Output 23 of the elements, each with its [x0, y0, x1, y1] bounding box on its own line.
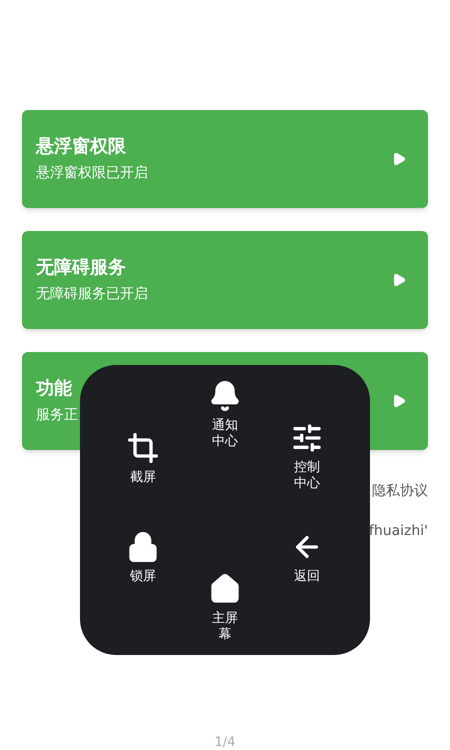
lock-icon: [127, 531, 159, 563]
bell-icon: [209, 380, 241, 412]
play-icon: [392, 273, 406, 287]
card-title: 无障碍服务: [36, 259, 127, 277]
card-subtitle: 服务正: [36, 408, 78, 422]
crop-icon: [127, 432, 159, 464]
menu-item[interactable]: 截屏: [103, 432, 183, 486]
sliders-icon: [291, 422, 323, 454]
home-icon: [209, 573, 241, 605]
play-icon: [392, 394, 406, 408]
play-icon: [392, 152, 406, 166]
card-subtitle: 无障碍服务已开启: [36, 287, 148, 301]
menu-item[interactable]: 控制中心: [267, 422, 347, 492]
card-subtitle: 悬浮窗权限已开启: [36, 166, 148, 180]
info-text: 隐私协议: [372, 484, 428, 498]
card-title: 功能: [36, 380, 73, 398]
menu-item[interactable]: 通知中心: [185, 380, 265, 450]
info-text: fhuaizhi': [368, 524, 428, 538]
card-title: 悬浮窗权限: [36, 138, 127, 156]
menu-item[interactable]: 返回: [267, 531, 347, 585]
menu-item[interactable]: 主屏幕: [185, 573, 265, 643]
menu-item[interactable]: 锁屏: [103, 531, 183, 585]
page-indicator: 1/4: [214, 736, 236, 749]
